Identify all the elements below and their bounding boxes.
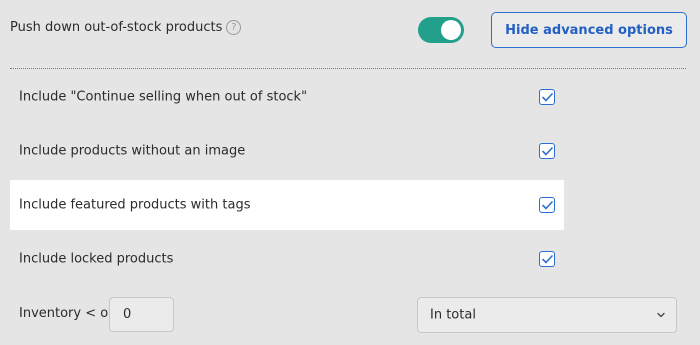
- select-value: In total: [430, 307, 476, 323]
- option-label: Include locked products: [19, 251, 174, 267]
- option-row-featured-tags: Include featured products with tags: [10, 180, 564, 230]
- option-row-locked: Include locked products: [10, 234, 564, 284]
- push-down-toggle[interactable]: [418, 17, 464, 43]
- question-circle-icon[interactable]: ?: [226, 20, 242, 35]
- checkmark-icon: [541, 92, 553, 101]
- option-checkbox[interactable]: [539, 143, 555, 159]
- option-label: Include products without an image: [19, 143, 246, 159]
- inventory-threshold-input[interactable]: [109, 297, 174, 332]
- option-checkbox[interactable]: [539, 251, 555, 267]
- option-checkbox[interactable]: [539, 89, 555, 105]
- dotted-divider: [10, 68, 686, 69]
- push-down-label: Push down out-of-stock products: [10, 20, 223, 35]
- option-label: Include featured products with tags: [19, 197, 251, 213]
- checkmark-icon: [541, 200, 553, 209]
- checkmark-icon: [541, 254, 553, 263]
- checkmark-icon: [541, 146, 553, 155]
- option-row-without-image: Include products without an image: [10, 126, 564, 176]
- option-checkbox[interactable]: [539, 197, 555, 213]
- hide-advanced-options-button[interactable]: Hide advanced options: [491, 12, 687, 48]
- toggle-knob: [441, 20, 461, 40]
- push-down-row: Push down out-of-stock products ? Hide a…: [0, 0, 700, 66]
- inventory-scope-select[interactable]: In total: [417, 297, 677, 333]
- push-down-setting: Push down out-of-stock products ?: [10, 20, 242, 35]
- option-row-continue-selling: Include "Continue selling when out of st…: [10, 72, 564, 122]
- option-label: Include "Continue selling when out of st…: [19, 89, 308, 105]
- chevron-down-icon: [657, 312, 665, 318]
